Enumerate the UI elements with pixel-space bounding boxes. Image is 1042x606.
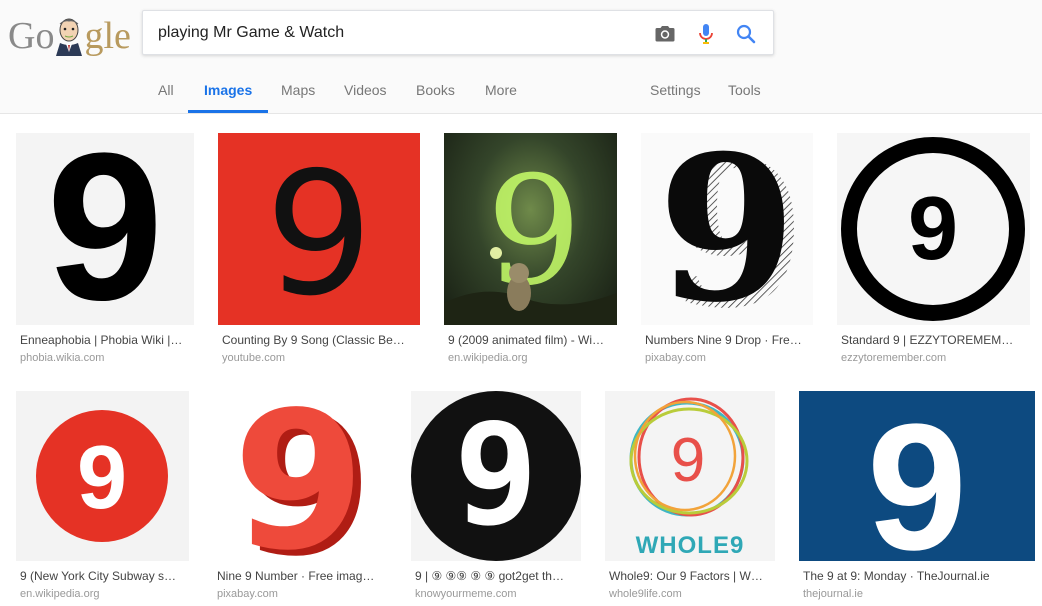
image-result[interactable]: 9 9 (New York City Subway s… en.wikipedi… bbox=[16, 391, 189, 606]
result-thumbnail[interactable]: 9 bbox=[837, 133, 1030, 325]
search-box[interactable] bbox=[142, 10, 774, 55]
result-thumbnail[interactable]: 9 9 bbox=[641, 133, 813, 325]
result-domain: knowyourmeme.com bbox=[415, 588, 517, 600]
tab-more[interactable]: More bbox=[485, 70, 517, 113]
result-domain: youtube.com bbox=[222, 352, 285, 364]
tab-images[interactable]: Images bbox=[187, 70, 269, 113]
result-thumbnail[interactable]: 9 bbox=[799, 391, 1035, 561]
image-result[interactable]: 9 Standard 9 | EZZYTOREMEM… ezzytorememb… bbox=[837, 133, 1030, 373]
thumbnail-glyph: 9 bbox=[233, 391, 365, 561]
result-domain: whole9life.com bbox=[609, 588, 682, 600]
image-result[interactable]: 9 9 (2009 animated film) - Wi… en.wikipe… bbox=[444, 133, 617, 373]
result-title[interactable]: Nine 9 Number · Free imag… bbox=[217, 569, 385, 583]
result-thumbnail[interactable]: 9 WHOLE9 bbox=[605, 391, 775, 561]
tab-videos[interactable]: Videos bbox=[344, 70, 387, 113]
image-result[interactable]: 9 9 | ⑨ ⑨⑨ ⑨ ⑨ got2get th… knowyourmeme.… bbox=[411, 391, 581, 606]
microphone-icon[interactable] bbox=[694, 22, 718, 46]
tab-maps[interactable]: Maps bbox=[281, 70, 315, 113]
search-tabs: All Images Maps Videos Books More Settin… bbox=[0, 70, 1042, 114]
result-domain: en.wikipedia.org bbox=[448, 352, 528, 364]
result-thumbnail[interactable]: 9 bbox=[218, 133, 420, 325]
result-title[interactable]: Standard 9 | EZZYTOREMEM… bbox=[841, 333, 1028, 347]
result-title[interactable]: The 9 at 9: Monday · TheJournal.ie bbox=[803, 569, 1033, 583]
thumbnail-brand-text: WHOLE9 bbox=[636, 532, 745, 559]
logo-letters-right: gle bbox=[84, 15, 131, 57]
thumbnail-glyph: 9 bbox=[867, 391, 967, 561]
result-title[interactable]: Whole9: Our 9 Factors | W… bbox=[609, 569, 773, 583]
thumbnail-glyph: 9 bbox=[77, 428, 127, 528]
result-thumbnail[interactable]: 9 bbox=[411, 391, 581, 561]
image-result[interactable]: 9 9 Numbers Nine 9 Drop · Fre… pixabay.c… bbox=[641, 133, 813, 373]
result-domain: en.wikipedia.org bbox=[20, 588, 100, 600]
header: Go gle All Images Maps bbox=[0, 0, 1042, 114]
result-thumbnail[interactable]: 9 bbox=[16, 133, 194, 325]
thumbnail-glyph: 9 bbox=[657, 133, 796, 325]
result-thumbnail[interactable]: 9 bbox=[16, 391, 189, 561]
result-domain: phobia.wikia.com bbox=[20, 352, 105, 364]
logo-letters-left: Go bbox=[8, 15, 55, 57]
result-title[interactable]: Numbers Nine 9 Drop · Fre… bbox=[645, 333, 811, 347]
thumbnail-glyph: 9 bbox=[671, 426, 705, 495]
result-thumbnail[interactable]: 9 9 bbox=[213, 391, 387, 561]
camera-icon[interactable] bbox=[653, 22, 677, 46]
image-result[interactable]: 9 WHOLE9 Whole9: Our 9 Factors | W… whol… bbox=[605, 391, 775, 606]
thumbnail-glyph: 9 bbox=[908, 179, 958, 279]
result-title[interactable]: 9 | ⑨ ⑨⑨ ⑨ ⑨ got2get th… bbox=[415, 569, 579, 583]
doodle-portrait-icon bbox=[52, 16, 86, 56]
result-domain: ezzytoremember.com bbox=[841, 352, 947, 364]
result-domain: pixabay.com bbox=[217, 588, 278, 600]
thumbnail-glyph: 9 bbox=[47, 133, 164, 325]
image-result[interactable]: 9 The 9 at 9: Monday · TheJournal.ie the… bbox=[799, 391, 1035, 606]
result-title[interactable]: 9 (New York City Subway s… bbox=[20, 569, 187, 583]
result-title[interactable]: Counting By 9 Song (Classic Be… bbox=[222, 333, 418, 347]
thumbnail-glyph: 9 bbox=[265, 136, 373, 325]
tab-books[interactable]: Books bbox=[416, 70, 455, 113]
result-title[interactable]: Enneaphobia | Phobia Wiki |… bbox=[20, 333, 192, 347]
image-result[interactable]: 9 9 Nine 9 Number · Free imag… pixabay.c… bbox=[213, 391, 387, 606]
search-input[interactable] bbox=[158, 21, 628, 45]
tab-tools[interactable]: Tools bbox=[728, 70, 761, 113]
image-result[interactable]: 9 Enneaphobia | Phobia Wiki |… phobia.wi… bbox=[16, 133, 194, 373]
thumbnail-glyph: 9 bbox=[454, 394, 538, 557]
search-icon[interactable] bbox=[734, 22, 758, 46]
tab-all[interactable]: All bbox=[158, 70, 174, 113]
result-thumbnail[interactable]: 9 bbox=[444, 133, 617, 325]
google-doodle-logo[interactable]: Go gle bbox=[8, 10, 131, 62]
image-result[interactable]: 9 Counting By 9 Song (Classic Be… youtub… bbox=[218, 133, 420, 373]
result-title[interactable]: 9 (2009 animated film) - Wi… bbox=[448, 333, 615, 347]
result-domain: pixabay.com bbox=[645, 352, 706, 364]
tab-settings[interactable]: Settings bbox=[650, 70, 701, 113]
result-domain: thejournal.ie bbox=[803, 588, 863, 600]
